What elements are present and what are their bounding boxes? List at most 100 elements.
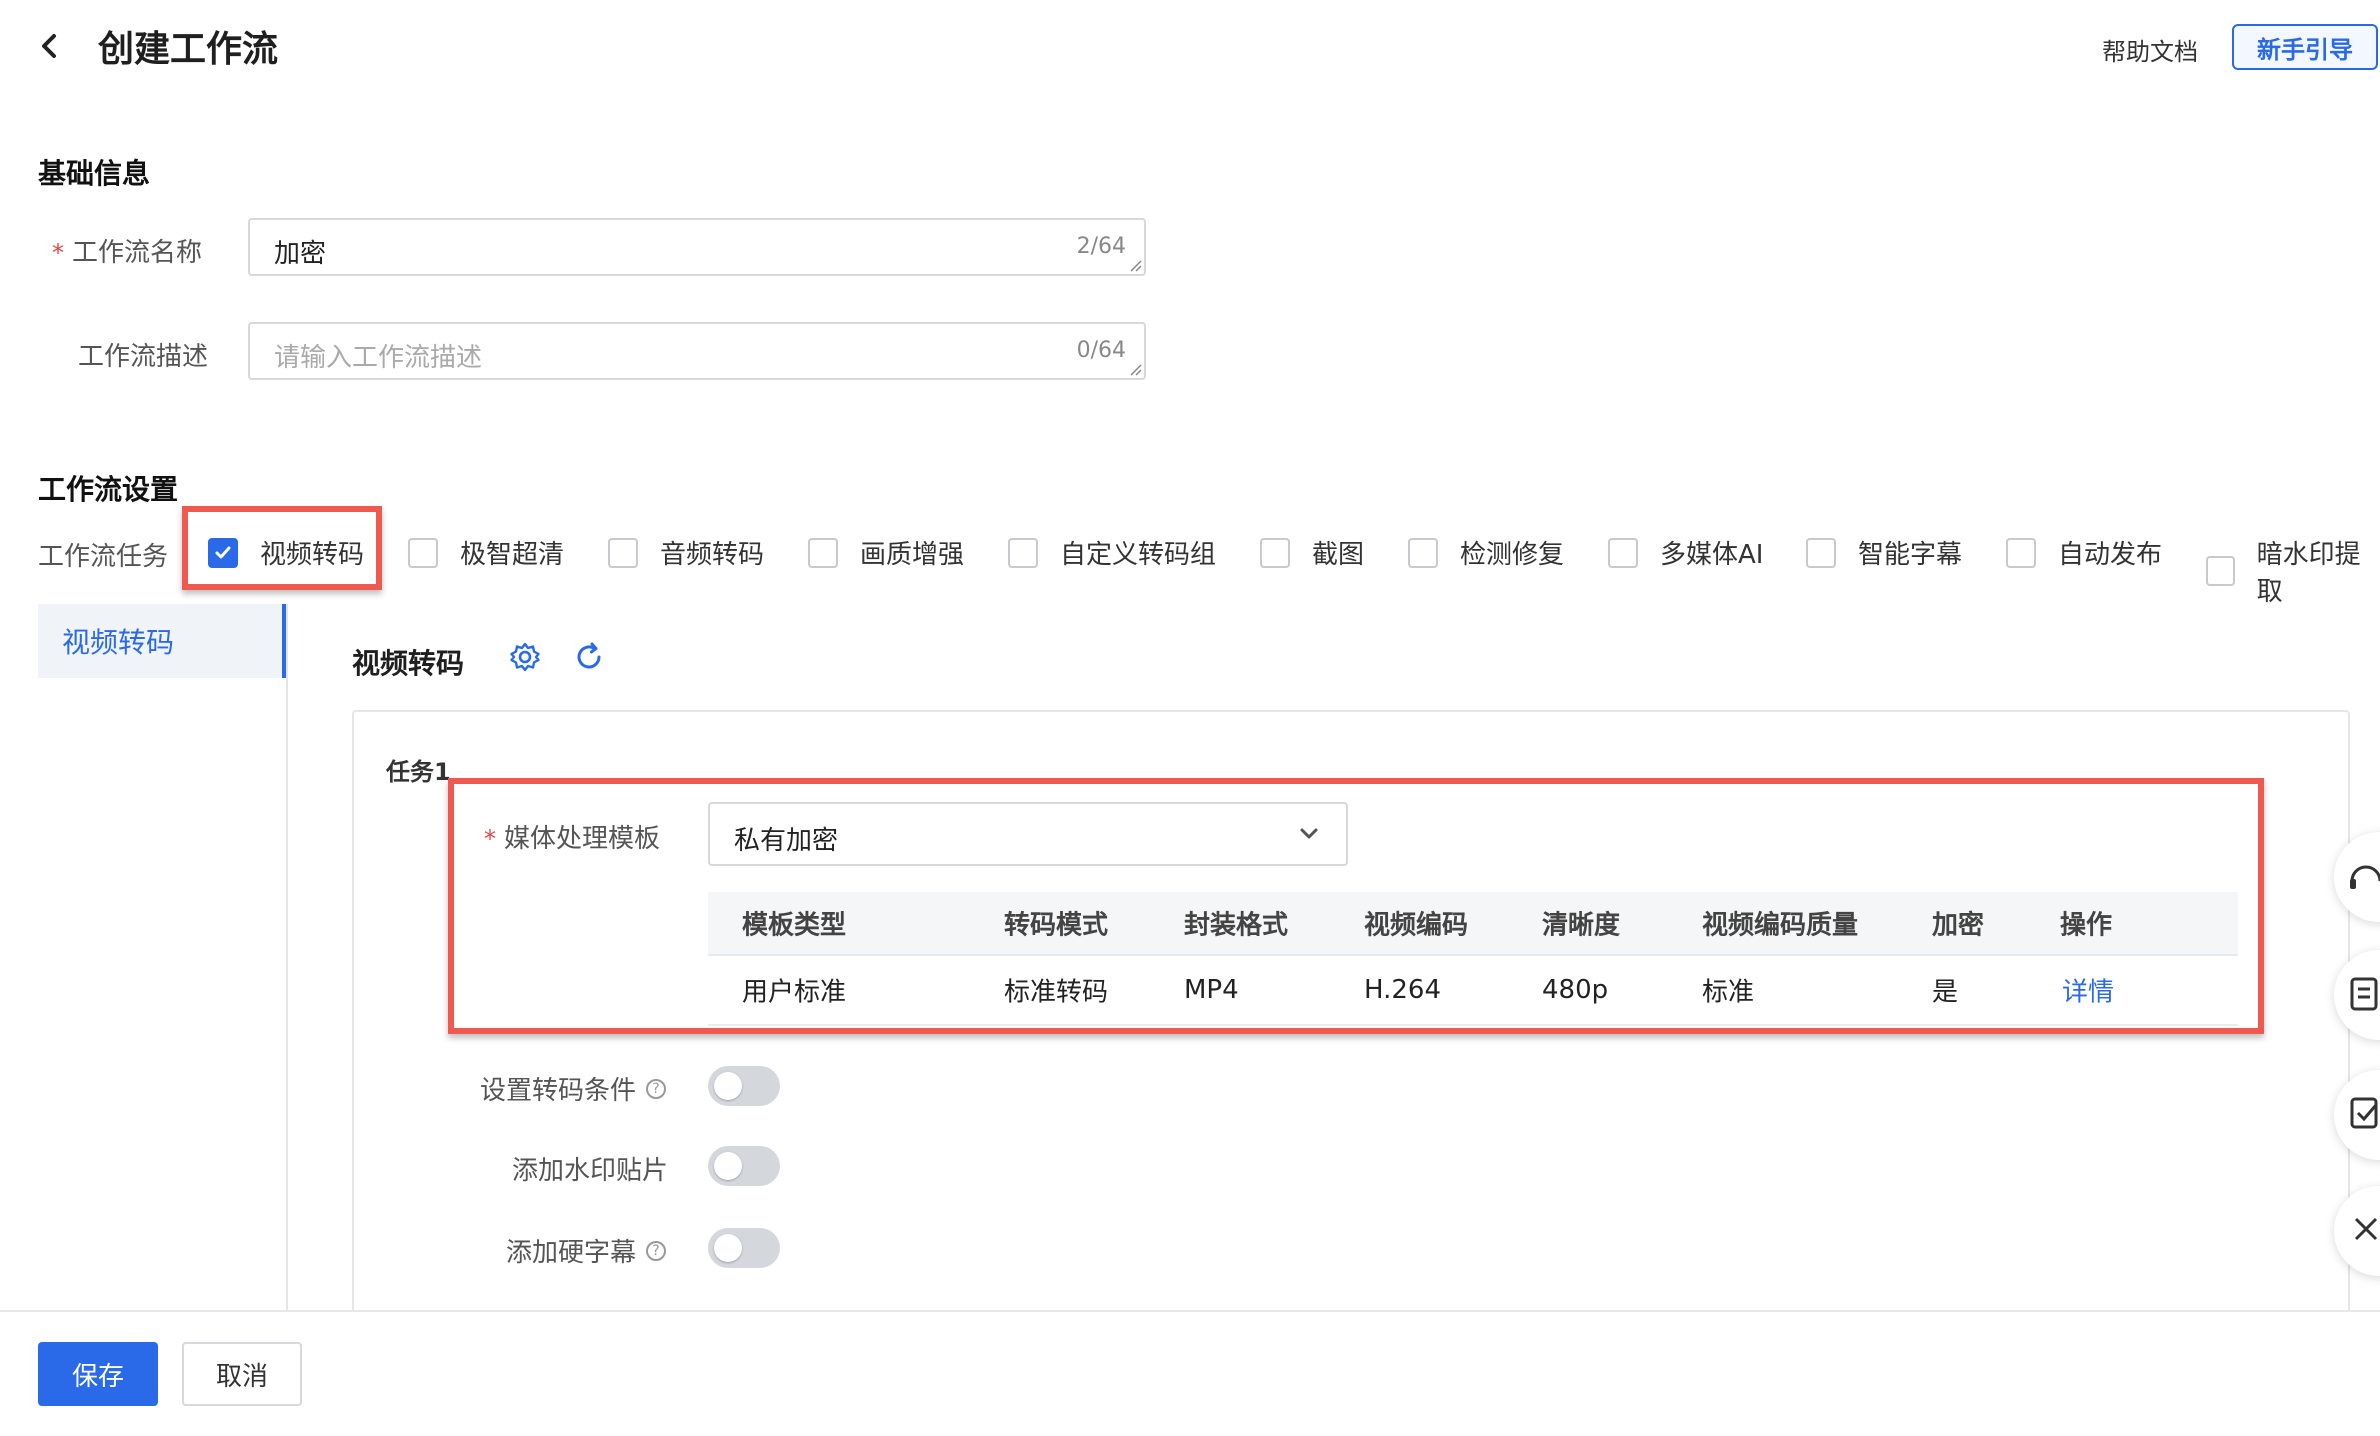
page-title: 创建工作流 [98,29,279,70]
task-label: 音频转码 [660,540,765,570]
task-title: 任务1 [386,758,451,786]
save-button[interactable]: 保存 [38,1342,158,1406]
required-mark: * [52,239,64,267]
help-icon[interactable]: ? [646,1078,667,1099]
task-label: 极智超清 [460,540,565,570]
checkbox-checked-icon [208,537,238,568]
switch-knob [714,1234,742,1262]
task-checkbox-screenshot[interactable]: 截图 [1260,534,1364,571]
side-divider [286,604,288,1310]
desc-label: 工作流描述 [78,342,209,372]
column-header: 清晰度 [1542,910,1621,941]
table-cell: MP4 [1184,975,1239,1005]
name-label: * 工作流名称 [52,232,202,269]
hard-subtitle-label: 添加硬字幕 ? [506,1232,667,1269]
task-checkbox-auto-publish[interactable]: 自动发布 [2006,534,2162,571]
tasks-label: 工作流任务 [38,542,169,572]
table-cell: 480p [1542,975,1609,1005]
task-checkbox-audio-transcode[interactable]: 音频转码 [608,534,764,571]
task-checkbox-custom-transcode-group[interactable]: 自定义转码组 [1008,534,1216,571]
hard-subtitle-switch[interactable] [708,1228,780,1268]
switch-label-text: 设置转码条件 [480,1076,637,1106]
column-header: 视频编码质量 [1702,910,1859,941]
close-icon [2354,1217,2378,1241]
name-char-count: 2/64 [1076,234,1126,259]
workflow-name-input[interactable]: 加密 2/64 [248,218,1146,276]
template-table: 模板类型 转码模式 封装格式 视频编码 清晰度 视频编码质量 加密 操作 用户标… [708,892,2238,1026]
checkbox-icon [1260,537,1290,568]
task-label: 自定义转码组 [1060,540,1217,570]
task-label: 暗水印提取 [2256,540,2361,607]
refresh-button[interactable] [572,640,606,674]
task-label: 智能字幕 [1858,540,1963,570]
guide-button[interactable]: 新手引导 [2232,24,2378,70]
name-label-text: 工作流名称 [72,238,203,268]
table-row: 用户标准 标准转码 MP4 H.264 480p 标准 是 详情 [708,956,2238,1026]
workflow-settings-title: 工作流设置 [38,473,179,506]
headset-icon [2350,865,2380,889]
workflow-desc-input[interactable]: 请输入工作流描述 0/64 [248,322,1146,380]
cancel-button[interactable]: 取消 [182,1342,302,1406]
basic-info-title: 基础信息 [38,157,151,190]
template-label-text: 媒体处理模板 [504,824,661,854]
column-header: 封装格式 [1184,910,1289,941]
task-label: 多媒体AI [1660,540,1764,570]
transcode-condition-switch[interactable] [708,1066,780,1106]
table-cell: H.264 [1364,975,1441,1005]
checkbox-icon [1608,537,1638,568]
template-selected-value: 私有加密 [734,826,839,856]
document-icon [2350,977,2378,1011]
task-checkbox-watermark-extract[interactable]: 暗水印提取 [2206,534,2380,608]
task-checkbox-smart-subtitle[interactable]: 智能字幕 [1806,534,1962,571]
watermark-switch[interactable] [708,1146,780,1186]
switch-knob [714,1072,742,1100]
edit-icon [2350,1097,2378,1129]
switch-knob [714,1152,742,1180]
checkbox-icon [1806,537,1836,568]
checkbox-icon [808,537,838,568]
task-label: 画质增强 [860,540,965,570]
task-checkbox-multimedia-ai[interactable]: 多媒体AI [1608,534,1763,571]
table-header: 模板类型 转码模式 封装格式 视频编码 清晰度 视频编码质量 加密 操作 [708,892,2238,956]
switch-label-text: 添加水印贴片 [512,1156,669,1186]
side-tab-video-transcode[interactable]: 视频转码 [38,604,286,678]
checkbox-icon [2006,537,2036,568]
help-doc-link[interactable]: 帮助文档 [2102,32,2198,67]
task-label: 自动发布 [2058,540,2163,570]
resize-grip-icon[interactable] [1128,258,1142,272]
template-select[interactable]: 私有加密 [708,802,1348,866]
help-icon[interactable]: ? [646,1240,667,1261]
back-button[interactable] [30,26,70,66]
chevron-left-icon [42,34,56,58]
workflow-desc-placeholder: 请输入工作流描述 [274,343,483,373]
table-cell: 标准 [1702,977,1755,1008]
table-cell: 标准转码 [1004,977,1109,1008]
side-tab-label: 视频转码 [62,626,175,659]
column-header: 操作 [2060,910,2113,941]
checkbox-icon [2206,556,2235,586]
settings-button[interactable] [508,640,542,674]
task-checkbox-quality-enhance[interactable]: 画质增强 [808,534,964,571]
resize-grip-icon[interactable] [1128,362,1142,376]
desc-char-count: 0/64 [1076,338,1126,363]
task-checkbox-detect-repair[interactable]: 检测修复 [1408,534,1564,571]
task-label: 截图 [1312,540,1365,570]
checkbox-icon [1408,537,1438,568]
task-checkbox-video-transcode[interactable]: 视频转码 [208,534,364,571]
task-label: 检测修复 [1460,540,1565,570]
column-header: 模板类型 [742,910,847,941]
chevron-down-icon [1300,828,1318,839]
footer-bar [0,1310,2380,1436]
table-cell: 是 [1932,977,1959,1008]
task-label: 视频转码 [260,540,365,570]
switch-label-text: 添加硬字幕 [506,1238,637,1268]
watermark-label: 添加水印贴片 [512,1150,668,1187]
table-cell: 用户标准 [742,977,847,1008]
details-link[interactable]: 详情 [2062,972,2114,1009]
checkbox-icon [1008,537,1038,568]
workflow-name-value: 加密 [274,239,327,269]
checkbox-icon [408,537,438,568]
column-header: 加密 [1932,910,1985,941]
gear-icon [510,642,540,672]
task-checkbox-super-hd[interactable]: 极智超清 [408,534,564,571]
